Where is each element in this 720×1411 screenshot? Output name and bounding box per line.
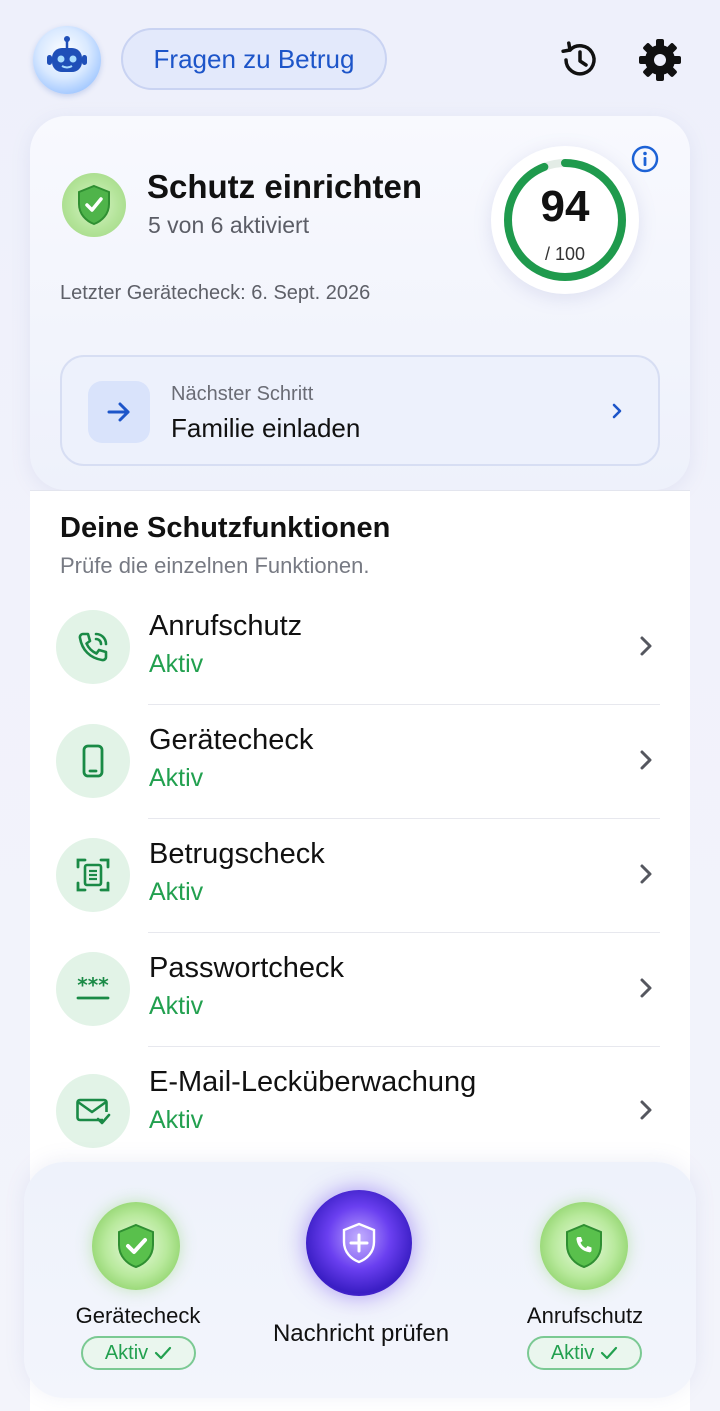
- feature-row-call-protection[interactable]: Anrufschutz Aktiv: [30, 592, 690, 706]
- last-device-check: Letzter Gerätecheck: 6. Sept. 2026: [60, 282, 371, 304]
- score-value: 94: [540, 182, 590, 231]
- feature-name: Passwortcheck: [149, 952, 345, 984]
- scan-document-icon: [56, 838, 130, 912]
- dock-check-message-label[interactable]: Nachricht prüfen: [230, 1320, 492, 1348]
- chevron-right-icon: [608, 397, 628, 430]
- chevron-right-icon: [636, 628, 656, 669]
- setup-progress-text: 5 von 6 aktiviert: [148, 212, 310, 238]
- feature-status: Aktiv: [149, 878, 204, 906]
- dock-device-check-label: Gerätecheck: [75, 1303, 201, 1328]
- feature-status: Aktiv: [149, 650, 204, 678]
- arrow-right-icon: [88, 381, 150, 443]
- feature-status: Aktiv: [149, 1106, 204, 1134]
- feature-row-email-leak-monitoring[interactable]: E-Mail-Lecküberwachung Aktiv: [30, 1048, 690, 1162]
- feature-row-password-check[interactable]: *** Passwortcheck Aktiv: [30, 934, 690, 1048]
- shield-check-icon: [62, 173, 126, 237]
- status-text: Aktiv: [550, 1341, 595, 1364]
- app-header: Fragen zu Betrug: [0, 0, 720, 118]
- checkmark-icon: [155, 1346, 172, 1360]
- chevron-right-icon: [636, 856, 656, 897]
- chevron-right-icon: [636, 742, 656, 783]
- features-title: Deine Schutzfunktionen: [60, 512, 391, 544]
- dock-call-protection-status: Aktiv: [527, 1336, 642, 1370]
- chevron-right-icon: [636, 1092, 656, 1133]
- chevron-right-icon: [636, 970, 656, 1011]
- phone-shield-icon: [56, 610, 130, 684]
- feature-status: Aktiv: [149, 764, 204, 792]
- history-icon[interactable]: [556, 36, 604, 84]
- gear-icon[interactable]: [636, 36, 684, 84]
- next-step-card[interactable]: Nächster Schritt Familie einladen: [60, 355, 660, 466]
- message-check-shield-icon[interactable]: [306, 1190, 412, 1296]
- feature-name: E-Mail-Lecküberwachung: [149, 1066, 477, 1098]
- smartphone-icon: [56, 724, 130, 798]
- feature-name: Anrufschutz: [149, 610, 303, 642]
- call-protection-shield-icon[interactable]: [540, 1202, 628, 1290]
- ask-fraud-question-button[interactable]: Fragen zu Betrug: [121, 28, 387, 90]
- row-divider: [148, 704, 660, 705]
- next-step-label: Nächster Schritt: [171, 383, 314, 405]
- status-text: Aktiv: [104, 1341, 149, 1364]
- device-check-shield-icon[interactable]: [92, 1202, 180, 1290]
- feature-row-device-check[interactable]: Gerätecheck Aktiv: [30, 706, 690, 820]
- assistant-avatar[interactable]: [33, 26, 101, 94]
- dock-device-check-status: Aktiv: [81, 1336, 196, 1370]
- info-icon[interactable]: [630, 144, 660, 174]
- dock-call-protection-label: Anrufschutz: [526, 1303, 644, 1328]
- setup-title: Schutz einrichten: [147, 168, 423, 205]
- feature-status: Aktiv: [149, 992, 204, 1020]
- row-divider: [148, 932, 660, 933]
- features-subtitle: Prüfe die einzelnen Funktionen.: [60, 553, 370, 578]
- svg-text:***: ***: [77, 973, 109, 997]
- feature-name: Gerätecheck: [149, 724, 314, 756]
- mail-check-icon: [56, 1074, 130, 1148]
- checkmark-icon: [601, 1346, 618, 1360]
- feature-name: Betrugscheck: [149, 838, 325, 870]
- row-divider: [148, 818, 660, 819]
- feature-row-scam-check[interactable]: Betrugscheck Aktiv: [30, 820, 690, 934]
- password-icon: ***: [56, 952, 130, 1026]
- row-divider: [148, 1046, 660, 1047]
- next-step-value: Familie einladen: [171, 413, 361, 443]
- protection-score-ring[interactable]: 94 / 100: [491, 146, 639, 294]
- score-max: / 100: [544, 244, 586, 264]
